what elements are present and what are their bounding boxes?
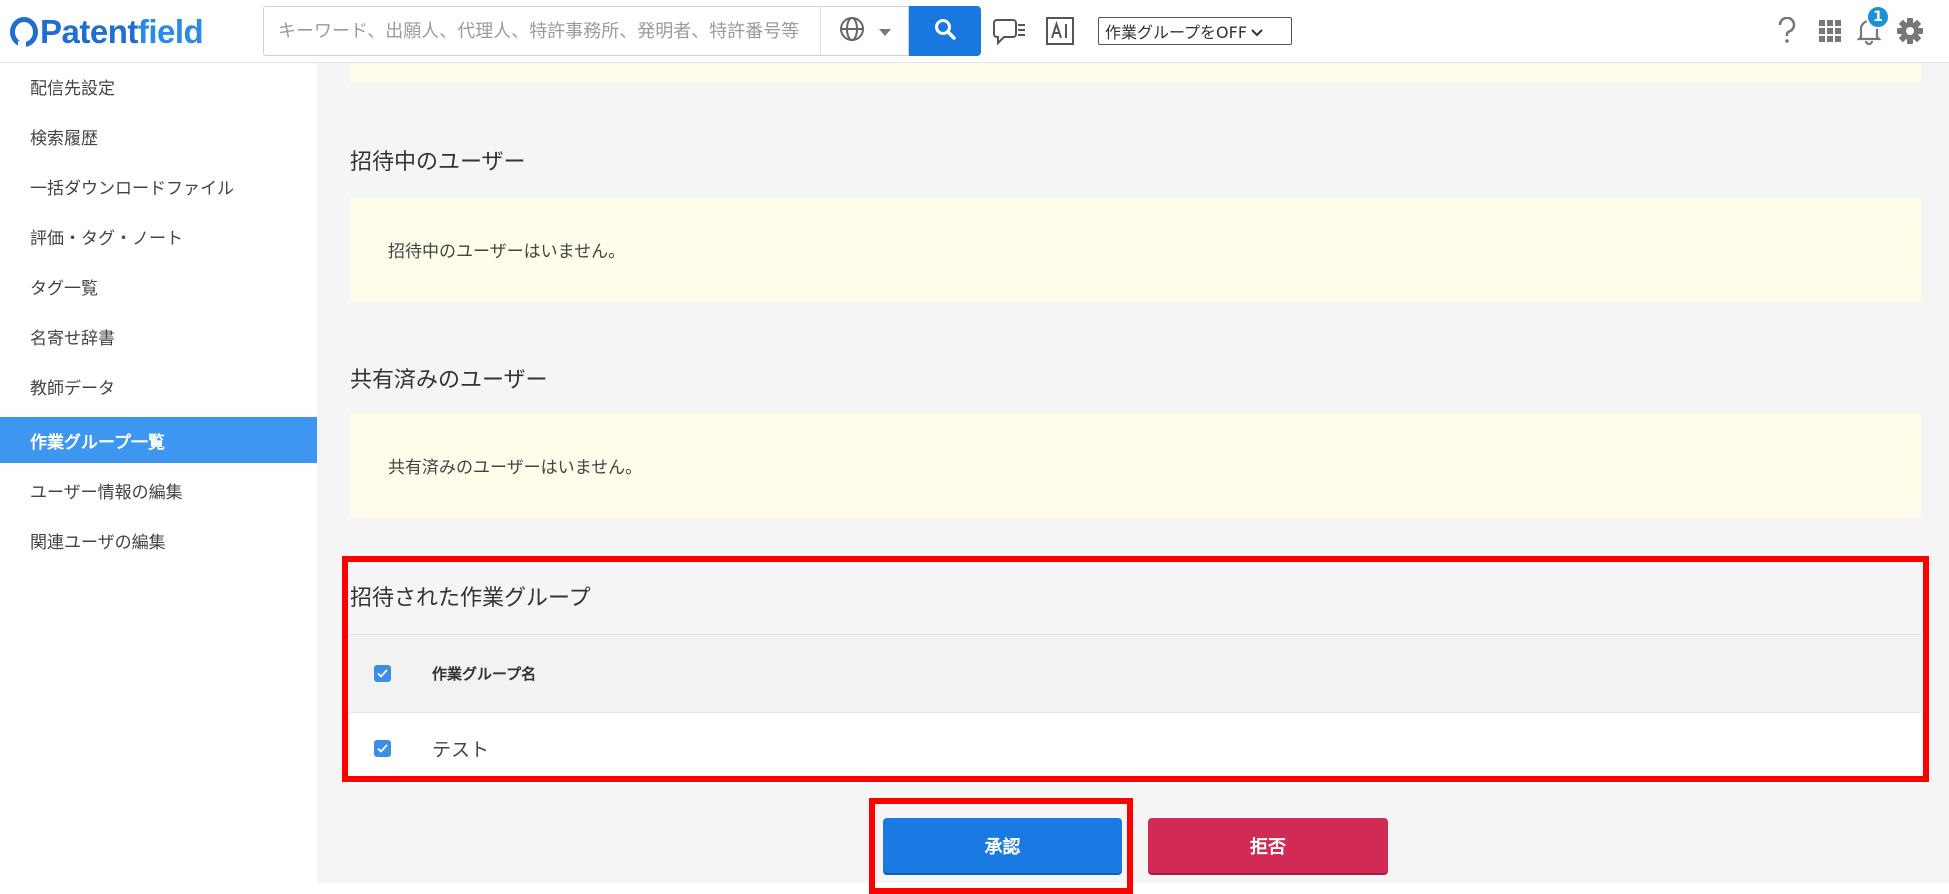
sidebar-item-label: ユーザー情報の編集 [30,482,183,503]
patentfield-logo[interactable]: Patentfield [10,12,204,52]
sidebar-item-workgroup-list[interactable]: 作業グループ一覧 [0,417,317,463]
chat-list-icon[interactable] [993,14,1027,48]
sidebar-item-label: 関連ユーザの編集 [30,532,166,553]
row-checkbox[interactable] [374,740,391,757]
column-header-workgroup-name: 作業グループ名 [432,665,537,683]
language-select[interactable] [820,6,909,56]
notification-badge: 1 [1866,5,1890,29]
sidebar-item-label: 検索履歴 [30,128,98,149]
shared-users-title: 共有済みのユーザー [350,368,548,393]
main-content: 招待中のユーザー 招待中のユーザーはいません。 共有済みのユーザー 共有済みのユ… [317,63,1949,883]
sidebar-item-bulk-download[interactable]: 一括ダウンロードファイル [0,163,317,209]
reject-button[interactable]: 拒否 [1148,818,1388,873]
sidebar-item-training-data[interactable]: 教師データ [0,363,317,409]
sidebar-item-tag-list[interactable]: タグ一覧 [0,263,317,309]
sidebar-item-user-info-edit[interactable]: ユーザー情報の編集 [0,467,317,513]
sidebar-item-label: 名寄せ辞書 [30,328,115,349]
logo-mark-icon [10,17,38,49]
caret-down-icon [878,22,891,41]
globe-icon [839,16,865,46]
sidebar-item-label: 評価・タグ・ノート [30,228,183,249]
help-icon[interactable] [1770,14,1804,48]
workgroup-select-value: 作業グループをOFF [1105,23,1248,42]
search-box [263,6,820,56]
sidebar-item-label: 作業グループ一覧 [30,432,165,453]
invited-workgroups-title: 招待された作業グループ [350,586,591,611]
workgroup-select[interactable]: 作業グループをOFF [1098,17,1292,45]
sidebar-item-rating-tag-note[interactable]: 評価・タグ・ノート [0,213,317,259]
invited-users-empty-text: 招待中のユーザーはいません。 [388,241,626,262]
invited-users-title: 招待中のユーザー [350,150,526,175]
table-row: テスト [350,712,1921,784]
shared-users-box: 共有済みのユーザーはいません。 [350,413,1921,517]
search-icon [934,18,956,44]
logo-text-prefix: Patent [40,13,138,50]
sidebar-item-label: 教師データ [30,378,115,399]
apps-grid-icon[interactable] [1813,14,1847,48]
chevron-down-icon [1251,22,1263,41]
sidebar: 配信先設定 検索履歴 一括ダウンロードファイル 評価・タグ・ノート タグ一覧 名… [0,63,317,894]
top-header: Patentfield キーワード、出願人、代理人、特許事務所、発明者、特許番号… [0,0,1949,63]
sidebar-item-search-history[interactable]: 検索履歴 [0,113,317,159]
gear-icon[interactable] [1893,14,1927,48]
invited-users-box: 招待中のユーザーはいません。 [350,197,1921,301]
sidebar-item-label: タグ一覧 [30,278,98,299]
sidebar-item-related-user-edit[interactable]: 関連ユーザの編集 [0,517,317,563]
sidebar-item-label: 一括ダウンロードファイル [30,178,234,199]
approve-button[interactable]: 承認 [883,818,1122,873]
sidebar-item-name-dictionary[interactable]: 名寄せ辞書 [0,313,317,359]
invited-workgroups-table: 作業グループ名 テスト [350,634,1921,784]
sidebar-item-delivery-settings[interactable]: 配信先設定 [0,63,317,109]
sidebar-item-label: 配信先設定 [30,78,115,99]
logo-text-suffix: field [137,13,204,50]
previous-section-box [350,63,1921,83]
table-header-row: 作業グループ名 [350,634,1921,712]
select-all-checkbox[interactable] [374,665,391,682]
shared-users-empty-text: 共有済みのユーザーはいません。 [388,457,643,478]
workgroup-name-cell: テスト [432,739,490,761]
ai-icon[interactable] [1043,14,1077,48]
search-input[interactable] [264,8,819,54]
search-button[interactable] [909,6,981,56]
